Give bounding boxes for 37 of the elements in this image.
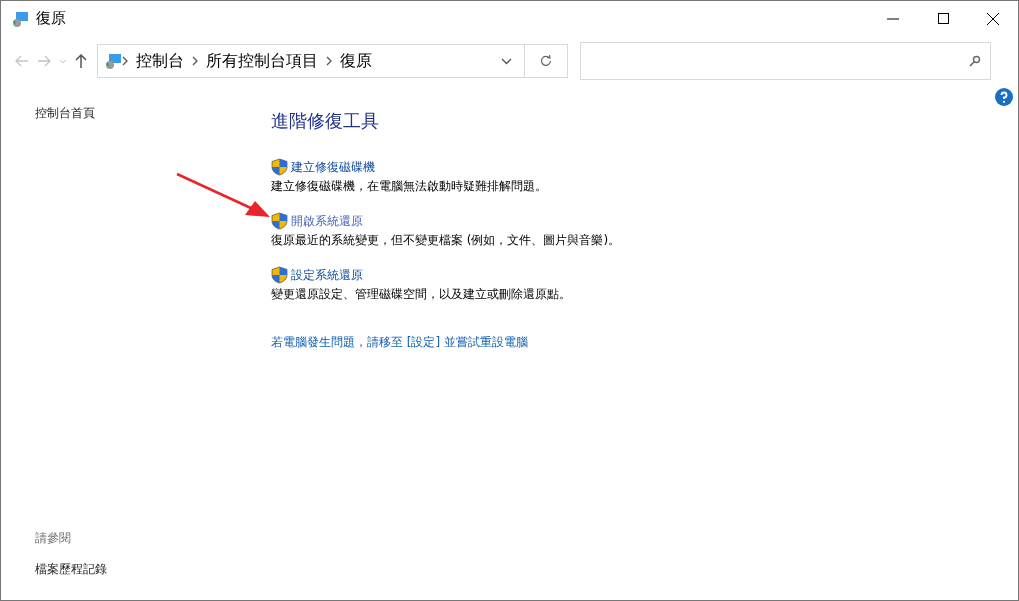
tool-link[interactable]: 建立修復磁碟機 (291, 158, 375, 176)
minimize-icon (887, 17, 899, 20)
shield-icon (271, 212, 288, 230)
shield-icon (271, 158, 288, 176)
back-arrow-icon (15, 55, 29, 67)
refresh-button[interactable] (525, 44, 568, 78)
sidebar-link[interactable]: 控制台首頁 (35, 105, 271, 122)
address-bar[interactable]: 控制台 所有控制台項目 復原 (97, 44, 525, 78)
chevron-icon (122, 56, 128, 66)
refresh-icon (540, 55, 552, 67)
search-field[interactable] (580, 42, 991, 80)
tool-link[interactable]: 設定系統還原 (291, 266, 363, 284)
breadcrumb-item[interactable]: 復原 (340, 50, 372, 72)
section-heading: 進階修復工具 (271, 109, 380, 133)
chevron-icon (192, 56, 198, 66)
monitor-icon (11, 9, 29, 28)
maximize-icon (937, 13, 949, 24)
tool-description: 建立修復磁碟機，在電腦無法啟動時疑難排解問題。 (271, 178, 548, 195)
up-arrow-icon (75, 54, 87, 68)
forward-arrow-icon (37, 55, 51, 67)
tool-description: 變更還原設定、管理磁碟空間，以及建立或刪除還原點。 (271, 286, 572, 303)
window-title: 復原 (36, 9, 67, 28)
sidebar-link[interactable]: 檔案歷程記錄 (35, 561, 271, 578)
chevron-icon (326, 56, 332, 66)
shield-icon (271, 266, 288, 284)
tool-description: 復原最近的系統變更，但不變更檔案 (例如，文件、圖片與音樂)。 (271, 232, 621, 249)
search-icon (969, 55, 981, 67)
reset-link[interactable]: 若電腦發生問題，請移至 [設定] 並嘗試重設電腦 (271, 334, 621, 351)
help-button[interactable] (995, 88, 1013, 106)
breadcrumb-item[interactable]: 所有控制台項目 (206, 50, 318, 72)
see-also-heading: 請參閱 (35, 530, 72, 547)
dropdown-icon[interactable] (501, 57, 512, 65)
monitor-icon (104, 52, 122, 70)
breadcrumb-item[interactable]: 控制台 (136, 50, 184, 72)
tool-link[interactable]: 開啟系統還原 (291, 212, 363, 230)
caret-icon (59, 58, 67, 64)
close-icon (987, 12, 999, 25)
